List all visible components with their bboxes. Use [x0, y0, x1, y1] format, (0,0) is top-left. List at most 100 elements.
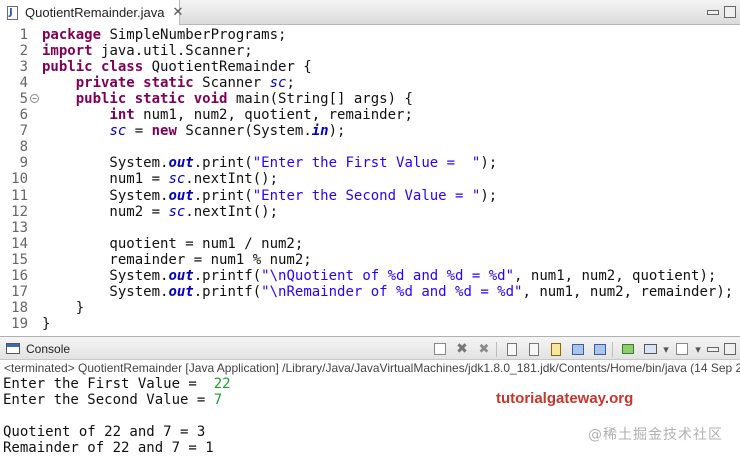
code-token: remainder = num1 % num2; [42, 251, 312, 268]
maximize-console-icon[interactable] [724, 343, 736, 355]
show-on-stdout-icon[interactable] [570, 341, 586, 357]
code-line[interactable]: 7 sc = new Scanner(System.in); [0, 123, 740, 139]
code-token: num2 = [42, 203, 169, 220]
clear-console-icon[interactable] [504, 341, 520, 357]
maximize-editor-icon[interactable] [724, 6, 736, 18]
code-line[interactable]: 6 int num1, num2, quotient, remainder; [0, 107, 740, 123]
close-tab-icon[interactable]: ✕ [172, 5, 183, 20]
line-number: 11 [11, 187, 28, 204]
code-token: "\nRemainder of %d and %d = %d" [261, 283, 523, 300]
line-number: 10 [11, 171, 28, 188]
code-line[interactable]: 4 private static Scanner sc; [0, 75, 740, 91]
code-line[interactable]: 1 package SimpleNumberPrograms; [0, 27, 740, 43]
code-line[interactable]: 18 } [0, 300, 740, 316]
line-number: 8 [19, 139, 28, 156]
code-text: System.out.printf("\nRemainder of %d and… [42, 284, 733, 300]
line-number: 18 [11, 299, 28, 316]
line-number: 19 [11, 315, 28, 330]
code-line[interactable]: 13 [0, 220, 740, 236]
line-number: 14 [11, 235, 28, 252]
scroll-lock-icon[interactable] [526, 341, 542, 357]
code-token: new [151, 123, 186, 140]
code-token: .nextInt(); [185, 203, 279, 220]
code-line[interactable]: 16 System.out.printf("\nQuotient of %d a… [0, 268, 740, 284]
line-number: 15 [11, 251, 28, 268]
code-line[interactable]: 5− public static void main(String[] args… [0, 91, 740, 107]
code-text: } [42, 316, 50, 330]
console-view-bar: Console ✖ ✖ ▾ ▾ [0, 336, 740, 360]
code-text: package SimpleNumberPrograms; [42, 27, 286, 43]
code-line[interactable]: 14 quotient = num1 / num2; [0, 236, 740, 252]
console-icon [6, 343, 20, 354]
code-token: java.util.Scanner; [101, 43, 253, 60]
line-number: 9 [19, 155, 28, 172]
code-token: public class [42, 59, 152, 76]
code-token: main(String[] args) { [235, 91, 413, 108]
code-line[interactable]: 3 public class QuotientRemainder { [0, 59, 740, 75]
code-line[interactable]: 9 System.out.print("Enter the First Valu… [0, 155, 740, 171]
console-output-line: Enter the Second Value = 7 [3, 392, 223, 408]
code-line[interactable]: 15 remainder = num1 % num2; [0, 252, 740, 268]
chevron-down-icon[interactable]: ▾ [690, 341, 706, 357]
code-token: "Enter the Second Value = " [252, 187, 481, 204]
code-line[interactable]: 10 num1 = sc.nextInt(); [0, 171, 740, 187]
show-on-stderr-icon[interactable] [592, 341, 608, 357]
code-token: QuotientRemainder { [151, 59, 312, 76]
code-text: System.out.printf("\nQuotient of %d and … [42, 268, 716, 284]
code-token: System. [42, 283, 169, 300]
terminate-icon[interactable] [432, 341, 448, 357]
console-output-line: Remainder of 22 and 7 = 1 [3, 440, 214, 456]
word-wrap-icon[interactable] [548, 341, 564, 357]
console-tab[interactable]: Console [0, 337, 70, 360]
console-output-line: Quotient of 22 and 7 = 3 [3, 424, 206, 440]
code-token: package [42, 27, 110, 43]
code-token: System. [42, 267, 169, 284]
code-token: .nextInt(); [185, 171, 279, 188]
open-console-icon[interactable] [674, 341, 690, 357]
chevron-down-icon[interactable]: ▾ [658, 341, 674, 357]
code-text: public static void main(String[] args) { [42, 91, 413, 107]
juejin-watermark: @稀土掘金技术社区 [588, 427, 723, 443]
console-output[interactable]: Enter the First Value = 22 Enter the Sec… [0, 376, 740, 459]
minimize-editor-icon[interactable] [707, 10, 719, 15]
code-token: ); [328, 123, 346, 140]
code-line[interactable]: 2 import java.util.Scanner; [0, 43, 740, 59]
console-user-input: 22 [213, 376, 231, 392]
code-line[interactable]: 11 System.out.print("Enter the Second Va… [0, 188, 740, 204]
code-token: } [42, 315, 51, 330]
code-token: sc [269, 75, 287, 92]
code-text: System.out.print("Enter the Second Value… [42, 188, 497, 204]
code-line[interactable]: 12 num2 = sc.nextInt(); [0, 204, 740, 220]
code-token: Scanner [202, 75, 270, 92]
site-watermark: tutorialgateway.org [496, 390, 634, 407]
remove-all-terminated-icon[interactable]: ✖ [476, 341, 492, 357]
code-text: public class QuotientRemainder { [42, 59, 312, 75]
remove-launch-icon[interactable]: ✖ [454, 341, 470, 357]
code-token: num1, num2, quotient, remainder; [143, 107, 413, 124]
code-token: Scanner(System. [185, 123, 312, 140]
fold-collapse-icon[interactable]: − [30, 94, 39, 104]
code-editor[interactable]: 1 package SimpleNumberPrograms; 2 import ja… [0, 25, 740, 330]
editor-tab-quotientremainder[interactable]: J QuotientRemainder.java ✕ [0, 0, 183, 25]
line-number: 17 [11, 283, 28, 300]
code-token: num1 = [42, 171, 169, 188]
console-output-line: Enter the First Value = 22 [3, 376, 231, 392]
code-token: = [126, 123, 152, 140]
code-token: sc [168, 203, 186, 220]
code-token: private static [75, 75, 203, 92]
code-line[interactable]: 17 System.out.printf("\nRemainder of %d … [0, 284, 740, 300]
minimize-console-icon[interactable] [707, 347, 719, 352]
pin-console-icon[interactable] [620, 341, 636, 357]
code-line[interactable]: 8 [0, 139, 740, 155]
display-selected-console-icon[interactable] [642, 341, 658, 357]
code-token: import [42, 43, 102, 60]
code-token: out [168, 283, 194, 300]
code-token: sc [168, 171, 186, 188]
code-token: .print( [193, 187, 253, 204]
code-token: "Enter the First Value = " [252, 155, 481, 172]
code-line[interactable]: 19} [0, 316, 740, 330]
line-number: 1 [19, 27, 28, 43]
